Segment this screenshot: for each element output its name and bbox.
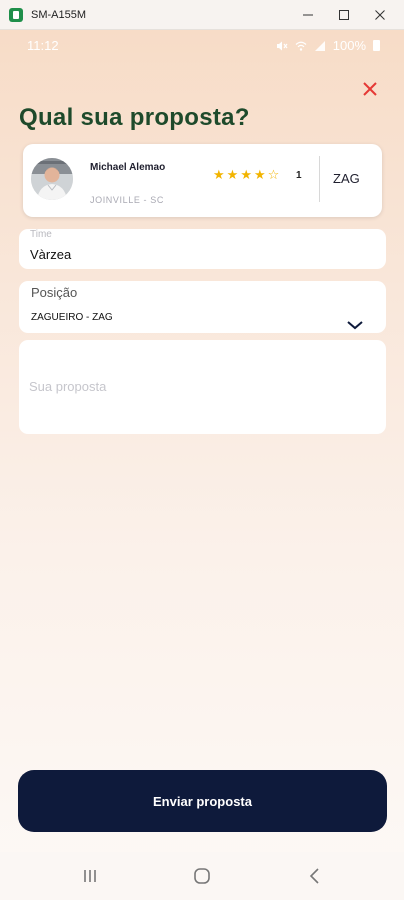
system-nav-bar [0, 852, 404, 900]
window-close-button[interactable] [364, 0, 396, 30]
position-select[interactable]: Posição ZAGUEIRO - ZAG [19, 281, 386, 333]
proposal-field[interactable] [19, 340, 386, 434]
rating-stars: ★ ★ ★ ★ ☆ [213, 169, 279, 182]
android-phone-icon [9, 7, 23, 22]
chevron-down-icon [347, 321, 363, 330]
time-field[interactable]: Time Vàrzea [19, 229, 386, 269]
mute-icon [276, 41, 288, 50]
star-filled-icon: ★ [240, 168, 252, 183]
battery-icon [373, 40, 380, 51]
close-x-icon [363, 82, 377, 96]
star-filled-icon: ★ [226, 168, 239, 183]
wifi-icon [295, 41, 307, 51]
submit-proposal-button[interactable]: Enviar proposta [18, 770, 387, 832]
window-title: SM-A155M [31, 8, 87, 21]
star-filled-icon: ★ [253, 168, 266, 183]
player-name: Michael Alemao [90, 162, 166, 173]
back-icon [309, 868, 319, 884]
maximize-button[interactable] [328, 0, 360, 30]
minimize-button[interactable] [292, 0, 324, 30]
player-location: JOINVILLE - SC [90, 195, 164, 205]
phone-screen: 11:12 100% Qual sua proposta? Michael Al… [0, 30, 404, 900]
time-field-value: Vàrzea [30, 247, 72, 262]
recents-icon [84, 870, 96, 882]
signal-icon [314, 40, 325, 51]
recents-button[interactable] [78, 864, 102, 888]
player-position-tag: ZAG [333, 171, 360, 186]
close-icon [375, 10, 385, 20]
battery-percent: 100% [332, 38, 366, 53]
position-select-value: ZAGUEIRO - ZAG [31, 312, 113, 323]
proposal-input[interactable] [19, 340, 386, 434]
star-filled-icon: ★ [213, 168, 225, 183]
time-field-label: Time [30, 229, 52, 240]
card-divider [319, 156, 320, 202]
close-button[interactable] [359, 78, 381, 100]
maximize-icon [339, 10, 349, 20]
minimize-icon [303, 14, 313, 16]
status-time: 11:12 [27, 38, 59, 53]
back-button[interactable] [303, 864, 327, 888]
page-title: Qual sua proposta? [19, 104, 250, 131]
home-button[interactable] [190, 864, 214, 888]
status-bar: 11:12 100% [0, 30, 404, 62]
rating-count: 1 [296, 170, 302, 181]
player-card[interactable]: Michael Alemao JOINVILLE - SC ★ ★ ★ ★ ☆ … [23, 144, 382, 217]
star-outline-icon: ☆ [267, 168, 280, 183]
position-select-label: Posição [31, 285, 78, 300]
player-avatar [31, 158, 73, 200]
home-icon [194, 868, 210, 884]
window-titlebar: SM-A155M [0, 0, 404, 30]
